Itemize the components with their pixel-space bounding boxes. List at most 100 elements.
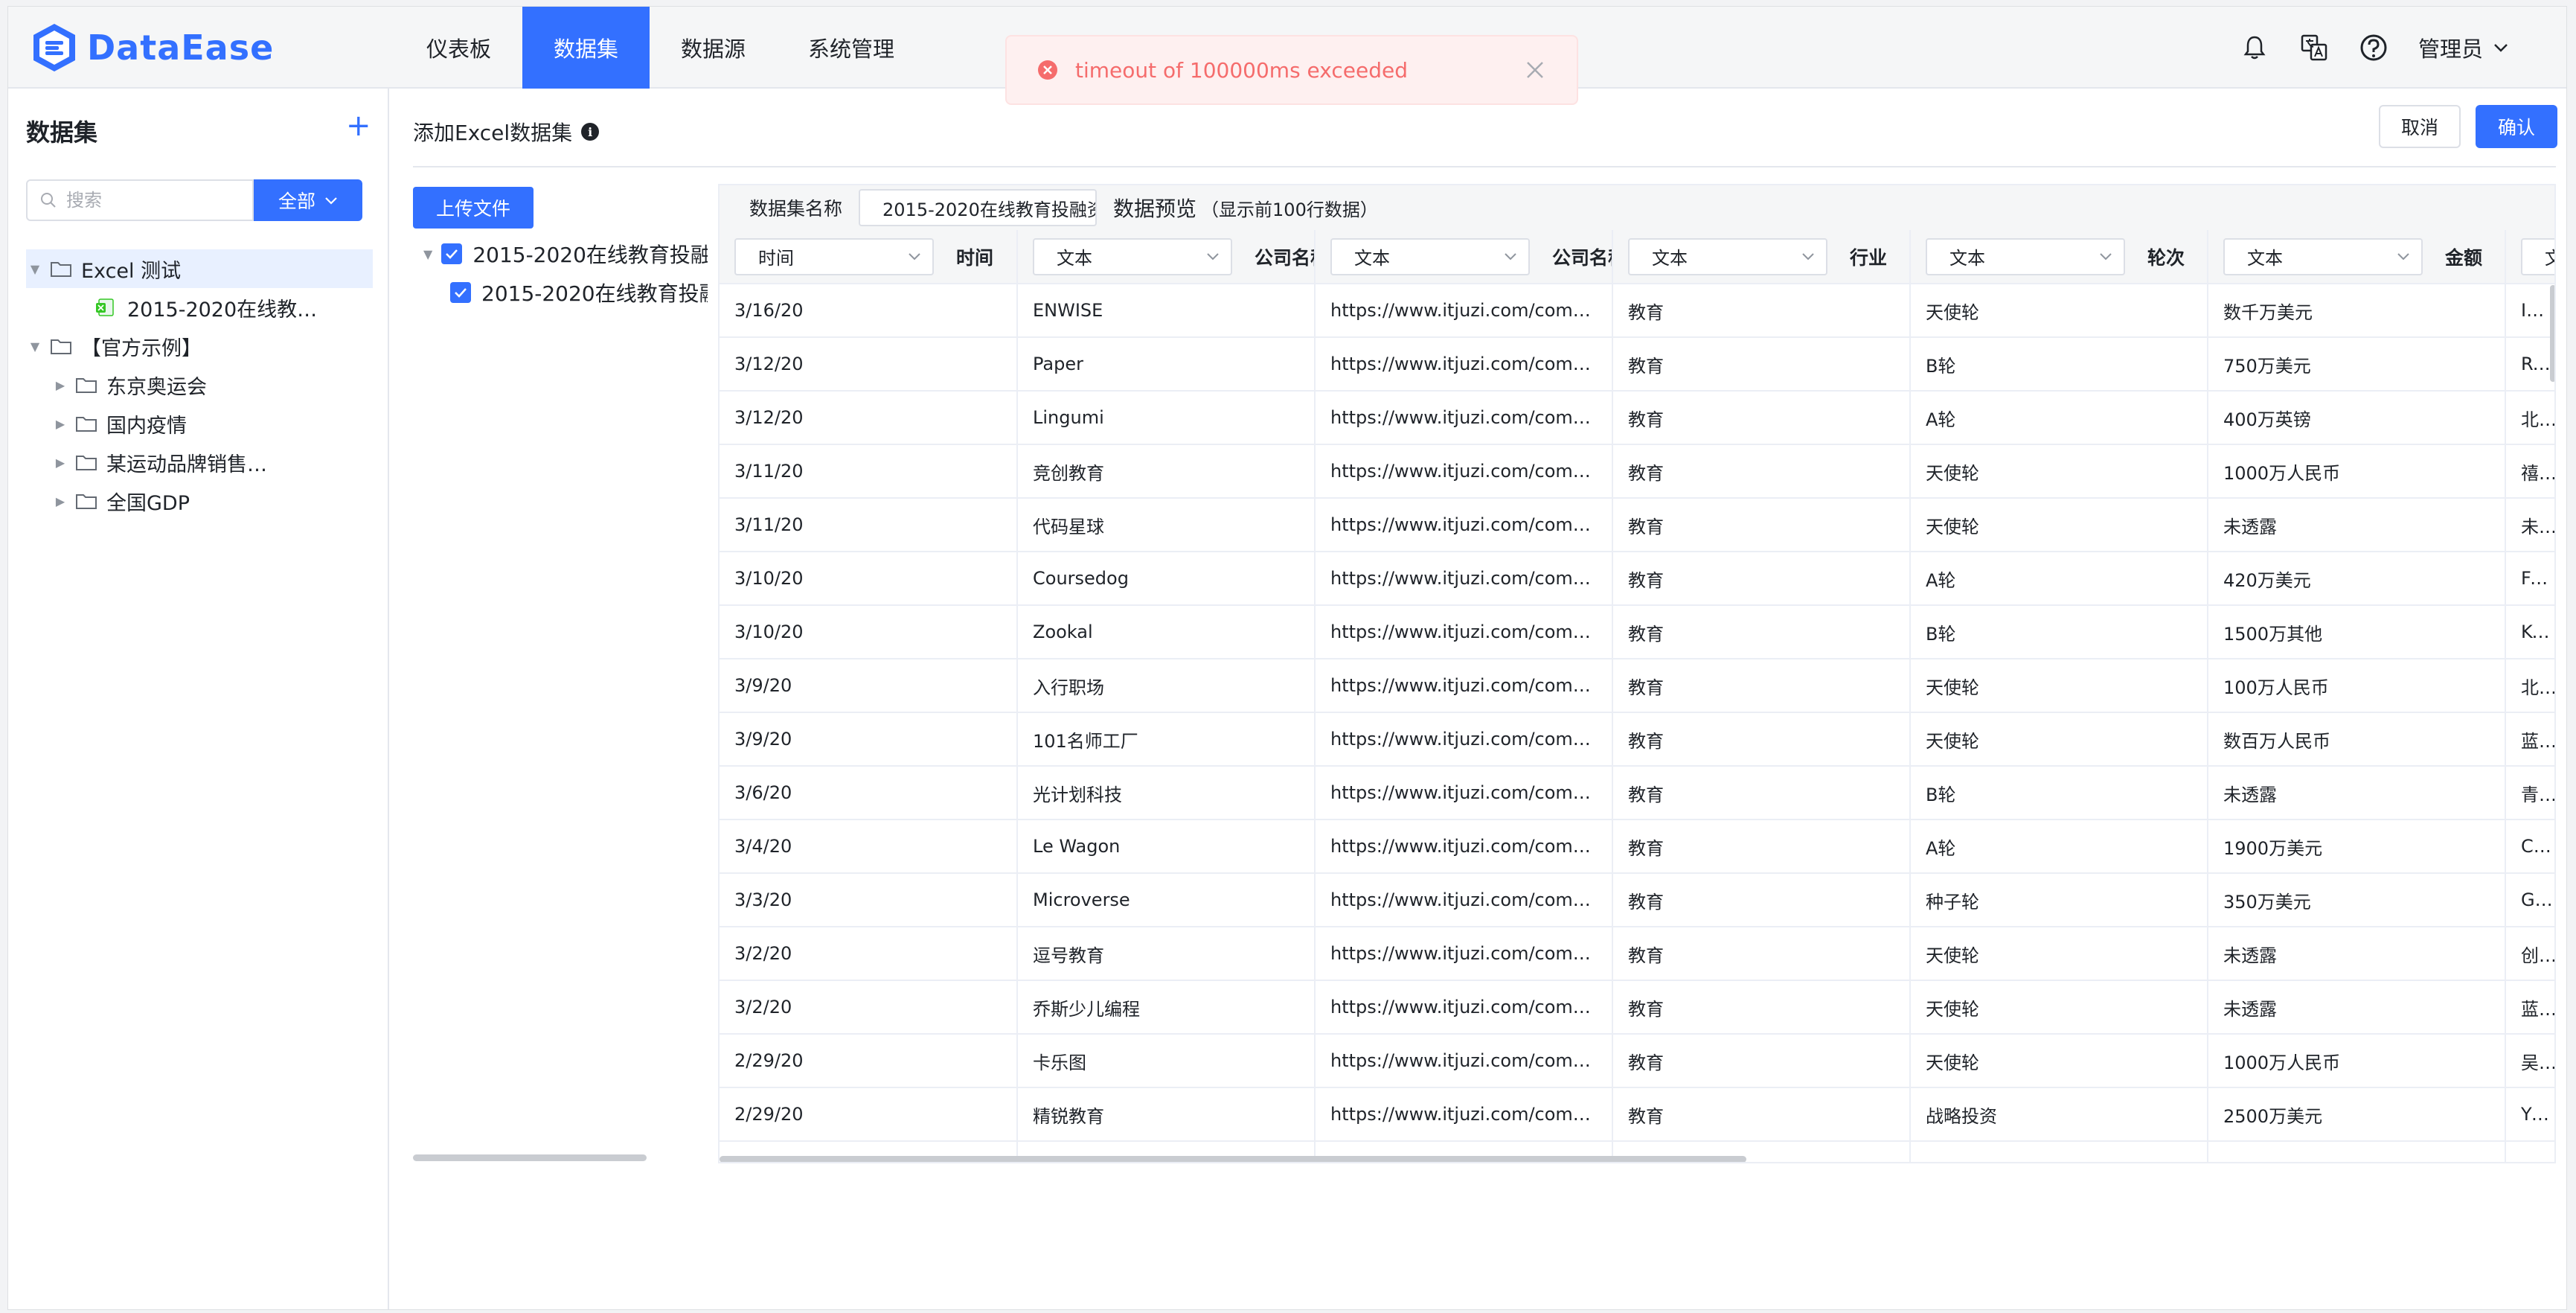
tree-item-excel-test[interactable]: ▼ Excel 测试 <box>26 249 373 288</box>
search-input[interactable] <box>66 190 245 211</box>
table-cell: 战略投资 <box>1910 1087 2208 1142</box>
table-horizontal-scrollbar[interactable] <box>720 1156 1746 1162</box>
table-cell: Yihe <box>2505 1087 2554 1142</box>
folder-icon <box>76 378 97 393</box>
error-toast: timeout of 100000ms exceeded <box>1005 35 1578 105</box>
field-type-select[interactable]: 文 <box>2521 237 2554 275</box>
table-cell: 青松 <box>2505 766 2554 820</box>
table-cell: 代码星球 <box>1017 498 1316 552</box>
upload-file-button[interactable]: 上传文件 <box>413 187 534 229</box>
sheet-tree-file[interactable]: ▼ 2015-2020在线教育投融资 <box>413 234 708 273</box>
confirm-button[interactable]: 确认 <box>2476 105 2557 148</box>
table-cell: https://www.itjuzi.com/compa... <box>1315 1034 1613 1088</box>
dataset-name-input[interactable]: 2015-2020在线教育投融资 <box>859 189 1098 226</box>
field-type-select[interactable]: 文本 <box>1330 237 1530 275</box>
caret-right-icon[interactable]: ▶ <box>53 494 68 508</box>
column-header: 文本 公司名称 <box>1315 230 1613 284</box>
column-name: 时间 <box>956 246 994 269</box>
table-row: 3/16/20 ENWISE https://www.itjuzi.com/comp… <box>720 284 2554 338</box>
caret-down-icon[interactable]: ▼ <box>423 247 432 261</box>
table-cell: 1900万美元 <box>2208 820 2506 874</box>
table-cell: 天使轮 <box>1910 1034 2208 1088</box>
add-icon[interactable]: + <box>346 111 371 141</box>
page-title-text: 添加Excel数据集 <box>413 121 573 145</box>
table-cell: https://www.itjuzi.com/compa... <box>1315 927 1613 981</box>
tree-horizontal-scrollbar[interactable] <box>413 1154 647 1161</box>
nav-dashboard[interactable]: 仪表板 <box>395 7 522 89</box>
column-header-inner: 文本 轮次 <box>1926 237 2192 275</box>
table-cell: 禧哲 <box>2505 444 2554 499</box>
error-circle-icon <box>1038 60 1057 80</box>
table-vertical-scrollbar[interactable] <box>2550 285 2554 382</box>
table-cell: 3/10/20 <box>720 552 1018 606</box>
column-header-inner: 时间 时间 <box>734 237 1002 275</box>
table-cell: 教育 <box>1612 1034 1911 1088</box>
table-cell: 未透 <box>2505 498 2554 552</box>
user-menu[interactable]: 管理员 <box>2418 32 2508 63</box>
table-row: 3/10/20 Zookal https://www.itjuzi.com/comp… <box>720 605 2554 659</box>
tree-item-national-gdp[interactable]: ▶ 全国GDP <box>26 482 373 520</box>
table-cell: 1000万人民币 <box>2208 444 2506 499</box>
table-cell: 3/11/20 <box>720 444 1018 499</box>
checkbox-checked[interactable] <box>450 282 471 303</box>
nav-system-management[interactable]: 系统管理 <box>777 7 926 89</box>
table-cell: https://www.itjuzi.com/compa... <box>1315 712 1613 767</box>
table-cell: 100万人民币 <box>2208 659 2506 713</box>
logo[interactable]: DataEase <box>31 20 274 75</box>
notification-icon[interactable] <box>2240 33 2269 63</box>
help-icon[interactable] <box>2359 33 2388 63</box>
table-cell: 教育 <box>1612 391 1911 445</box>
field-type-select[interactable]: 文本 <box>1926 237 2125 275</box>
table-cell: 教育 <box>1612 337 1911 392</box>
caret-right-icon[interactable]: ▶ <box>53 456 68 470</box>
column-header-inner: 文本 金额 <box>2223 237 2490 275</box>
close-icon[interactable] <box>1523 58 1547 82</box>
table-cell: 3/10/20 <box>720 605 1018 659</box>
language-icon[interactable] <box>2299 33 2329 63</box>
field-type-select[interactable]: 文本 <box>2223 237 2423 275</box>
table-cell: Coursedog <box>1017 552 1316 606</box>
table-cell: 吴烨 <box>2505 1034 2554 1088</box>
tree-item-label: 【官方示例】 <box>81 336 202 360</box>
table-cell: 未透露 <box>2208 980 2506 1035</box>
table-cell: Paper <box>1017 337 1316 392</box>
tree-item-official-examples[interactable]: ▼ 【官方示例】 <box>26 327 373 365</box>
nav-datasource[interactable]: 数据源 <box>650 7 777 89</box>
caret-down-icon[interactable]: ▼ <box>28 262 42 276</box>
table-cell: 教育 <box>1612 1087 1911 1142</box>
column-header: 文 <box>2505 230 2554 284</box>
table-cell: 3/12/20 <box>720 337 1018 392</box>
table-cell: https://www.itjuzi.com/compa... <box>1315 337 1613 392</box>
info-icon[interactable]: i <box>581 123 600 141</box>
table-cell: https://www.itjuzi.com/compa... <box>1315 552 1613 606</box>
table-cell: 教育 <box>1612 927 1911 981</box>
table-cell: B轮 <box>1910 605 2208 659</box>
nav-dataset[interactable]: 数据集 <box>522 7 650 89</box>
tree-item-tokyo-olympics[interactable]: ▶ 东京奥运会 <box>26 365 373 404</box>
table-row: 3/9/20 入行职场 https://www.itjuzi.com/compa..… <box>720 659 2554 713</box>
table-cell: 教育 <box>1612 873 1911 927</box>
table-row: 2/29/20 精锐教育 https://www.itjuzi.com/compa.… <box>720 1087 2554 1142</box>
filter-dropdown[interactable]: 全部 <box>254 179 362 221</box>
tree-item-label: 国内疫情 <box>106 414 187 438</box>
table-cell: Gen <box>2505 873 2554 927</box>
table-cell: Microverse <box>1017 873 1316 927</box>
tree-item-sports-brand-sales[interactable]: ▶ 某运动品牌销售… <box>26 443 373 482</box>
caret-right-icon[interactable]: ▶ <box>53 417 68 431</box>
sheet-tree-sheet[interactable]: 2015-2020在线教育投融资 <box>413 273 708 312</box>
caret-right-icon[interactable]: ▶ <box>53 378 68 392</box>
table-cell: 3/6/20 <box>720 766 1018 820</box>
cancel-button[interactable]: 取消 <box>2379 105 2461 148</box>
checkbox-checked[interactable] <box>441 243 463 264</box>
tree-item-domestic-epidemic[interactable]: ▶ 国内疫情 <box>26 404 373 443</box>
field-type-select[interactable]: 文本 <box>1628 237 1827 275</box>
table-cell: 1000万人民币 <box>2208 1034 2506 1088</box>
caret-down-icon[interactable]: ▼ <box>28 339 42 354</box>
preview-header: 数据集名称 2015-2020在线教育投融资 数据预览 （显示前100行数据） <box>720 185 2554 230</box>
tree-item-excel-dataset[interactable]: 2015-2020在线教… <box>26 288 373 327</box>
main-panel: 添加Excel数据集 i 取消 确认 上传文件 ▼ 2015-2020在线教育投… <box>391 89 2566 1309</box>
table-cell: 教育 <box>1612 980 1911 1035</box>
field-type-select[interactable]: 文本 <box>1033 237 1232 275</box>
table-row: 3/11/20 竞创教育 https://www.itjuzi.com/compa.… <box>720 444 2554 499</box>
field-type-select[interactable]: 时间 <box>734 237 934 275</box>
